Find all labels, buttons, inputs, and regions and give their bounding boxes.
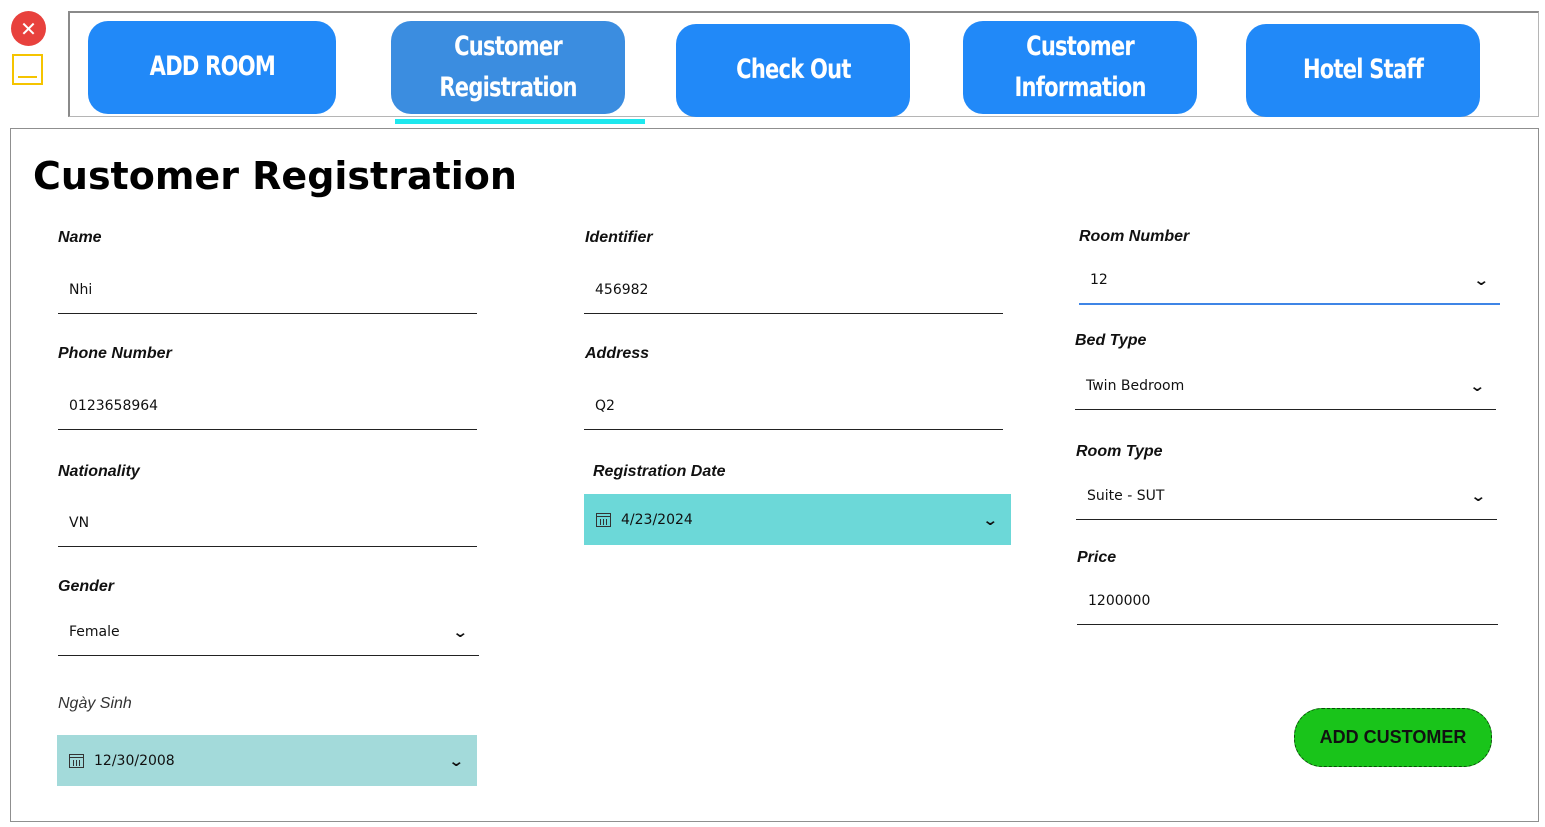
chevron-down-icon: ⌄ xyxy=(448,751,465,770)
address-value: Q2 xyxy=(595,397,615,414)
tab-label: ADD ROOM xyxy=(149,51,275,83)
name-input[interactable]: Nhi xyxy=(58,266,477,314)
phone-value: 0123658964 xyxy=(69,397,159,414)
identifier-input[interactable]: 456982 xyxy=(584,266,1003,314)
tab-label: Hotel Staff xyxy=(1302,54,1424,86)
bed-type-value: Twin Bedroom xyxy=(1086,377,1185,394)
phone-label: Phone Number xyxy=(58,345,172,362)
address-label: Address xyxy=(585,345,650,362)
registration-date-picker[interactable]: 4/23/2024 ⌄ xyxy=(584,494,1011,545)
bed-type-dropdown[interactable]: Twin Bedroom ⌄ xyxy=(1075,362,1496,410)
minimize-button[interactable] xyxy=(12,54,43,85)
birth-date-label: Ngày Sinh xyxy=(58,695,132,712)
gender-dropdown[interactable]: Female ⌄ xyxy=(58,608,479,656)
birth-date-picker[interactable]: 12/30/2008 ⌄ xyxy=(57,735,477,786)
registration-date-value: 4/23/2024 xyxy=(621,511,693,528)
tab-hotel-staff[interactable]: Hotel Staff xyxy=(1246,24,1480,117)
close-button[interactable]: ✕ xyxy=(11,11,46,46)
chevron-down-icon: ⌄ xyxy=(1470,486,1487,505)
identifier-value: 456982 xyxy=(595,281,649,298)
address-input[interactable]: Q2 xyxy=(584,382,1003,430)
add-customer-button[interactable]: ADD CUSTOMER xyxy=(1294,708,1492,767)
room-number-label: Room Number xyxy=(1079,228,1190,245)
chevron-down-icon: ⌄ xyxy=(1473,271,1490,289)
chevron-down-icon: ⌄ xyxy=(452,622,469,641)
identifier-label: Identifier xyxy=(585,229,653,246)
gender-label: Gender xyxy=(58,578,115,595)
name-label: Name xyxy=(58,229,102,246)
phone-input[interactable]: 0123658964 xyxy=(58,382,477,430)
room-type-dropdown[interactable]: Suite - SUT ⌄ xyxy=(1076,472,1497,520)
calendar-icon xyxy=(69,753,84,768)
bed-type-label: Bed Type xyxy=(1075,332,1147,349)
room-number-dropdown[interactable]: 12 ⌄ xyxy=(1079,257,1500,305)
price-label: Price xyxy=(1077,549,1117,566)
active-tab-indicator xyxy=(395,119,645,124)
tab-add-room[interactable]: ADD ROOM xyxy=(88,21,336,114)
name-value: Nhi xyxy=(69,281,93,298)
tab-customer-information[interactable]: Customer Information xyxy=(963,21,1197,114)
price-value: 1200000 xyxy=(1088,592,1151,609)
nationality-input[interactable]: VN xyxy=(58,499,477,547)
room-number-value: 12 xyxy=(1090,272,1108,288)
calendar-icon xyxy=(596,512,611,527)
tab-label: Customer Registration xyxy=(439,31,577,103)
nationality-value: VN xyxy=(69,514,90,531)
page-title: Customer Registration xyxy=(33,154,517,198)
room-type-value: Suite - SUT xyxy=(1087,487,1165,504)
nationality-label: Nationality xyxy=(58,463,140,480)
close-icon: ✕ xyxy=(20,16,37,41)
chevron-down-icon: ⌄ xyxy=(1469,376,1486,395)
room-type-label: Room Type xyxy=(1076,443,1163,460)
tab-label: Check Out xyxy=(735,54,851,86)
gender-value: Female xyxy=(69,623,120,640)
tab-check-out[interactable]: Check Out xyxy=(676,24,910,117)
tab-customer-registration[interactable]: Customer Registration xyxy=(391,21,625,114)
price-input[interactable]: 1200000 xyxy=(1077,577,1498,625)
registration-date-label: Registration Date xyxy=(593,463,726,480)
tab-label: Customer Information xyxy=(1014,31,1146,103)
birth-date-value: 12/30/2008 xyxy=(94,752,175,769)
chevron-down-icon: ⌄ xyxy=(982,510,999,529)
